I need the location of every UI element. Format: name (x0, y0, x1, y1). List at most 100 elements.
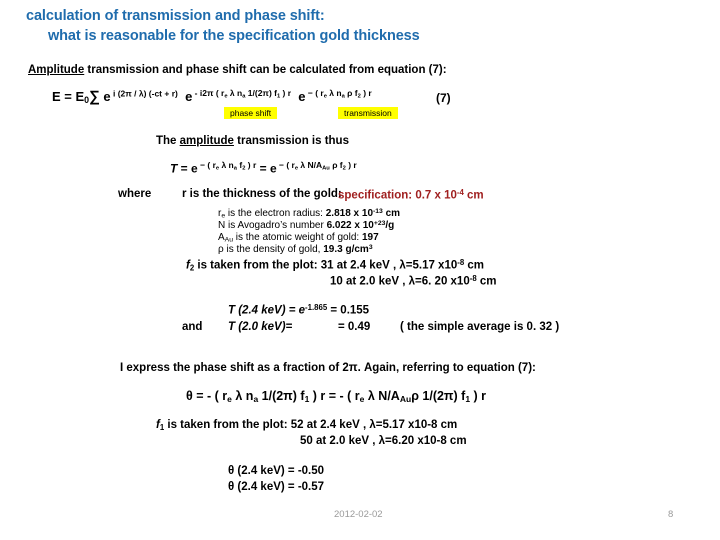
eq7-t3-a: − ( r (305, 88, 324, 99)
f2-line2-value: 10 at 2.0 keV (330, 275, 400, 288)
slide-title: calculation of transmission and phase sh… (0, 6, 720, 46)
const1-text: is Avogadro’s number (225, 220, 327, 232)
theta-p3: 1/(2π) f (258, 389, 305, 403)
eq7-term3-exponent: − ( re λ na ρ f2 ) r (305, 88, 372, 99)
f2-plot-line-2: 10 at 2.0 keV , λ=6. 20 x10-8 cm (330, 274, 497, 288)
equation-number-7: (7) (436, 91, 451, 105)
f2-plot-line-1: f2 is taken from the plot: 31 at 2.4 keV… (186, 258, 484, 272)
t24-label: T (2.4 keV) = e (228, 304, 306, 317)
constant-atomic-weight-gold: AAu is the atomic weight of gold: 197 (218, 232, 379, 244)
eq7-term1-base: e (99, 89, 111, 104)
thus-underlined: amplitude (179, 135, 234, 147)
const3-value: 19.3 g/cm (323, 244, 369, 256)
spec-post: cm (463, 189, 484, 202)
eq7-term3-base: e (298, 89, 306, 104)
constant-electron-radius: re is the electron radius: 2.818 x 10-13… (218, 208, 400, 220)
f2-line2-lambda-exp: -8 (469, 274, 477, 283)
thus-pre: The (156, 135, 180, 147)
intro-underlined-word: Amplitude (28, 64, 85, 76)
eq7-t2-a: - i2π ( r (192, 88, 225, 99)
phase-shift-intro: I express the phase shift as a fraction … (120, 362, 536, 374)
t-eq1-b: λ n (219, 160, 234, 170)
simple-average-note: ( the simple average is 0. 32 ) (400, 321, 560, 333)
const3-text: is the density of gold, (223, 244, 324, 256)
footer-page-number: 8 (668, 509, 674, 520)
thus-post: transmission is thus (233, 135, 349, 147)
const2-text: is the atomic weight of gold: (233, 232, 362, 244)
const0-unit: cm (382, 208, 401, 220)
eq7-lhs: E = E (52, 89, 85, 104)
f1-plot-line-2: 50 at 2.0 keV , λ=6.20 x10-8 cm (300, 435, 467, 447)
f2-line1-lambda-pre: , λ=5.17 x10 (389, 259, 458, 272)
eq7-sigma: ∑ (89, 88, 100, 105)
f2-line2-lambda-post: cm (476, 275, 497, 288)
intro-sentence: Amplitude transmission and phase shift c… (28, 64, 447, 76)
transmission-result-2p0kev-label: T (2.0 keV)= (228, 321, 293, 333)
theta-p6-sub: Au (399, 394, 412, 405)
t-eq1-a: − ( r (197, 160, 216, 170)
theta-p4: ) r (309, 389, 326, 403)
where-label: where (118, 188, 152, 200)
f1-line1-text: 52 at 2.4 keV , λ=5.17 x10-8 cm (290, 419, 458, 431)
thickness-description: r is the thickness of the gold: (182, 188, 342, 200)
const2-value: 197 (361, 232, 379, 244)
eq7-term1-exponent: i (2π / λ) (-ct + r) (110, 88, 178, 99)
const2-symbol: A (218, 232, 225, 244)
theta-p5: = - ( r (325, 389, 360, 403)
theta-p6: λ N/A (364, 389, 400, 403)
const1-unit: /g (385, 220, 395, 232)
theta-symbol: θ (186, 389, 193, 403)
const0-text: is the electron radius: (225, 208, 326, 220)
f1-plot-line-1: f1 is taken from the plot: 52 at 2.4 keV… (156, 419, 457, 432)
t24-exponent: -1.865 (305, 303, 328, 312)
slide-canvas: calculation of transmission and phase sh… (0, 0, 720, 540)
theta-equation: θ = - ( re λ na 1/(2π) f1 ) r = - ( re λ… (186, 389, 486, 404)
f2-line2-lambda-pre: , λ=6. 20 x10 (399, 275, 470, 288)
f1-intro: is taken from the plot: (164, 419, 291, 431)
t-eq2-c: ρ f (329, 160, 343, 170)
eq7-t2-c: 1/(2π) f (245, 88, 277, 99)
t-eq1-exponent: − ( re λ na f2 ) r (197, 160, 257, 171)
theta-p7: ρ 1/(2π) f (411, 389, 466, 403)
const0-value: 2.818 x 10 (325, 208, 373, 220)
amplitude-transmission-heading: The amplitude transmission is thus (156, 135, 349, 147)
transmission-equation: T = e − ( re λ na f2 ) r = e − ( re λ N/… (170, 160, 357, 176)
transmission-result-2p0kev-value: = 0.49 (338, 321, 371, 333)
equation-7: E = E0∑ e i (2π / λ) (-ct + r) e - i2π (… (52, 88, 372, 105)
const0-exponent: -13 (373, 208, 383, 215)
t-eq1-d: ) r (245, 160, 257, 170)
theta-p2: λ n (231, 389, 254, 403)
t-eq2-exponent: − ( re λ N/AAu ρ f2 ) r (276, 160, 357, 172)
const1-exponent: +23 (373, 220, 386, 227)
constant-avogadro-number: N is Avogadro’s number 6.022 x 10+23/g (218, 220, 394, 232)
const2-symbol-sub: Au (224, 236, 233, 244)
thickness-specification: specification: 0.7 x 10-4 cm (338, 188, 484, 202)
const1-value: 6.022 x 10 (326, 220, 374, 232)
eq7-term2-exponent: - i2π ( re λ na 1/(2π) f1 ) r (192, 88, 292, 99)
spec-exponent: -4 (456, 188, 464, 197)
t-eq2-d: ) r (345, 160, 357, 170)
and-connector-label: and (182, 321, 203, 333)
eq7-t2-b: λ n (227, 88, 243, 99)
theta-result-line-1: θ (2.4 keV) = -0.50 (228, 465, 325, 477)
intro-rest: transmission and phase shift can be calc… (84, 64, 447, 76)
f2-line1-value: 31 at 2.4 keV (320, 259, 390, 272)
eq7-t3-b: λ n (326, 88, 342, 99)
t-eq2-a: − ( r (276, 160, 295, 170)
eq7-t2-d: ) r (280, 88, 292, 99)
title-line-1: calculation of transmission and phase sh… (26, 8, 325, 24)
const3-exponent: 3 (368, 244, 373, 251)
title-line-2: what is reasonable for the specification… (48, 28, 420, 44)
f2-line1-lambda-post: cm (464, 259, 485, 272)
f2-intro: is taken from the plot: (194, 259, 321, 272)
t-eq2-sub2: Au (322, 165, 330, 172)
footer-date: 2012-02-02 (334, 509, 383, 520)
constant-density-gold: ρ is the density of gold, 19.3 g/cm3 (218, 244, 373, 256)
theta-p1: = - ( r (192, 389, 228, 403)
transmission-highlight-label: transmission (338, 107, 398, 119)
theta-p8: ) r (470, 389, 487, 403)
eq7-t3-c: ρ f (344, 88, 358, 99)
t-eq1-lead: = e (177, 161, 198, 176)
transmission-result-2p4kev: T (2.4 keV) = e-1.865 = 0.155 (228, 303, 369, 317)
t-eq2-lead: = e (256, 161, 277, 176)
